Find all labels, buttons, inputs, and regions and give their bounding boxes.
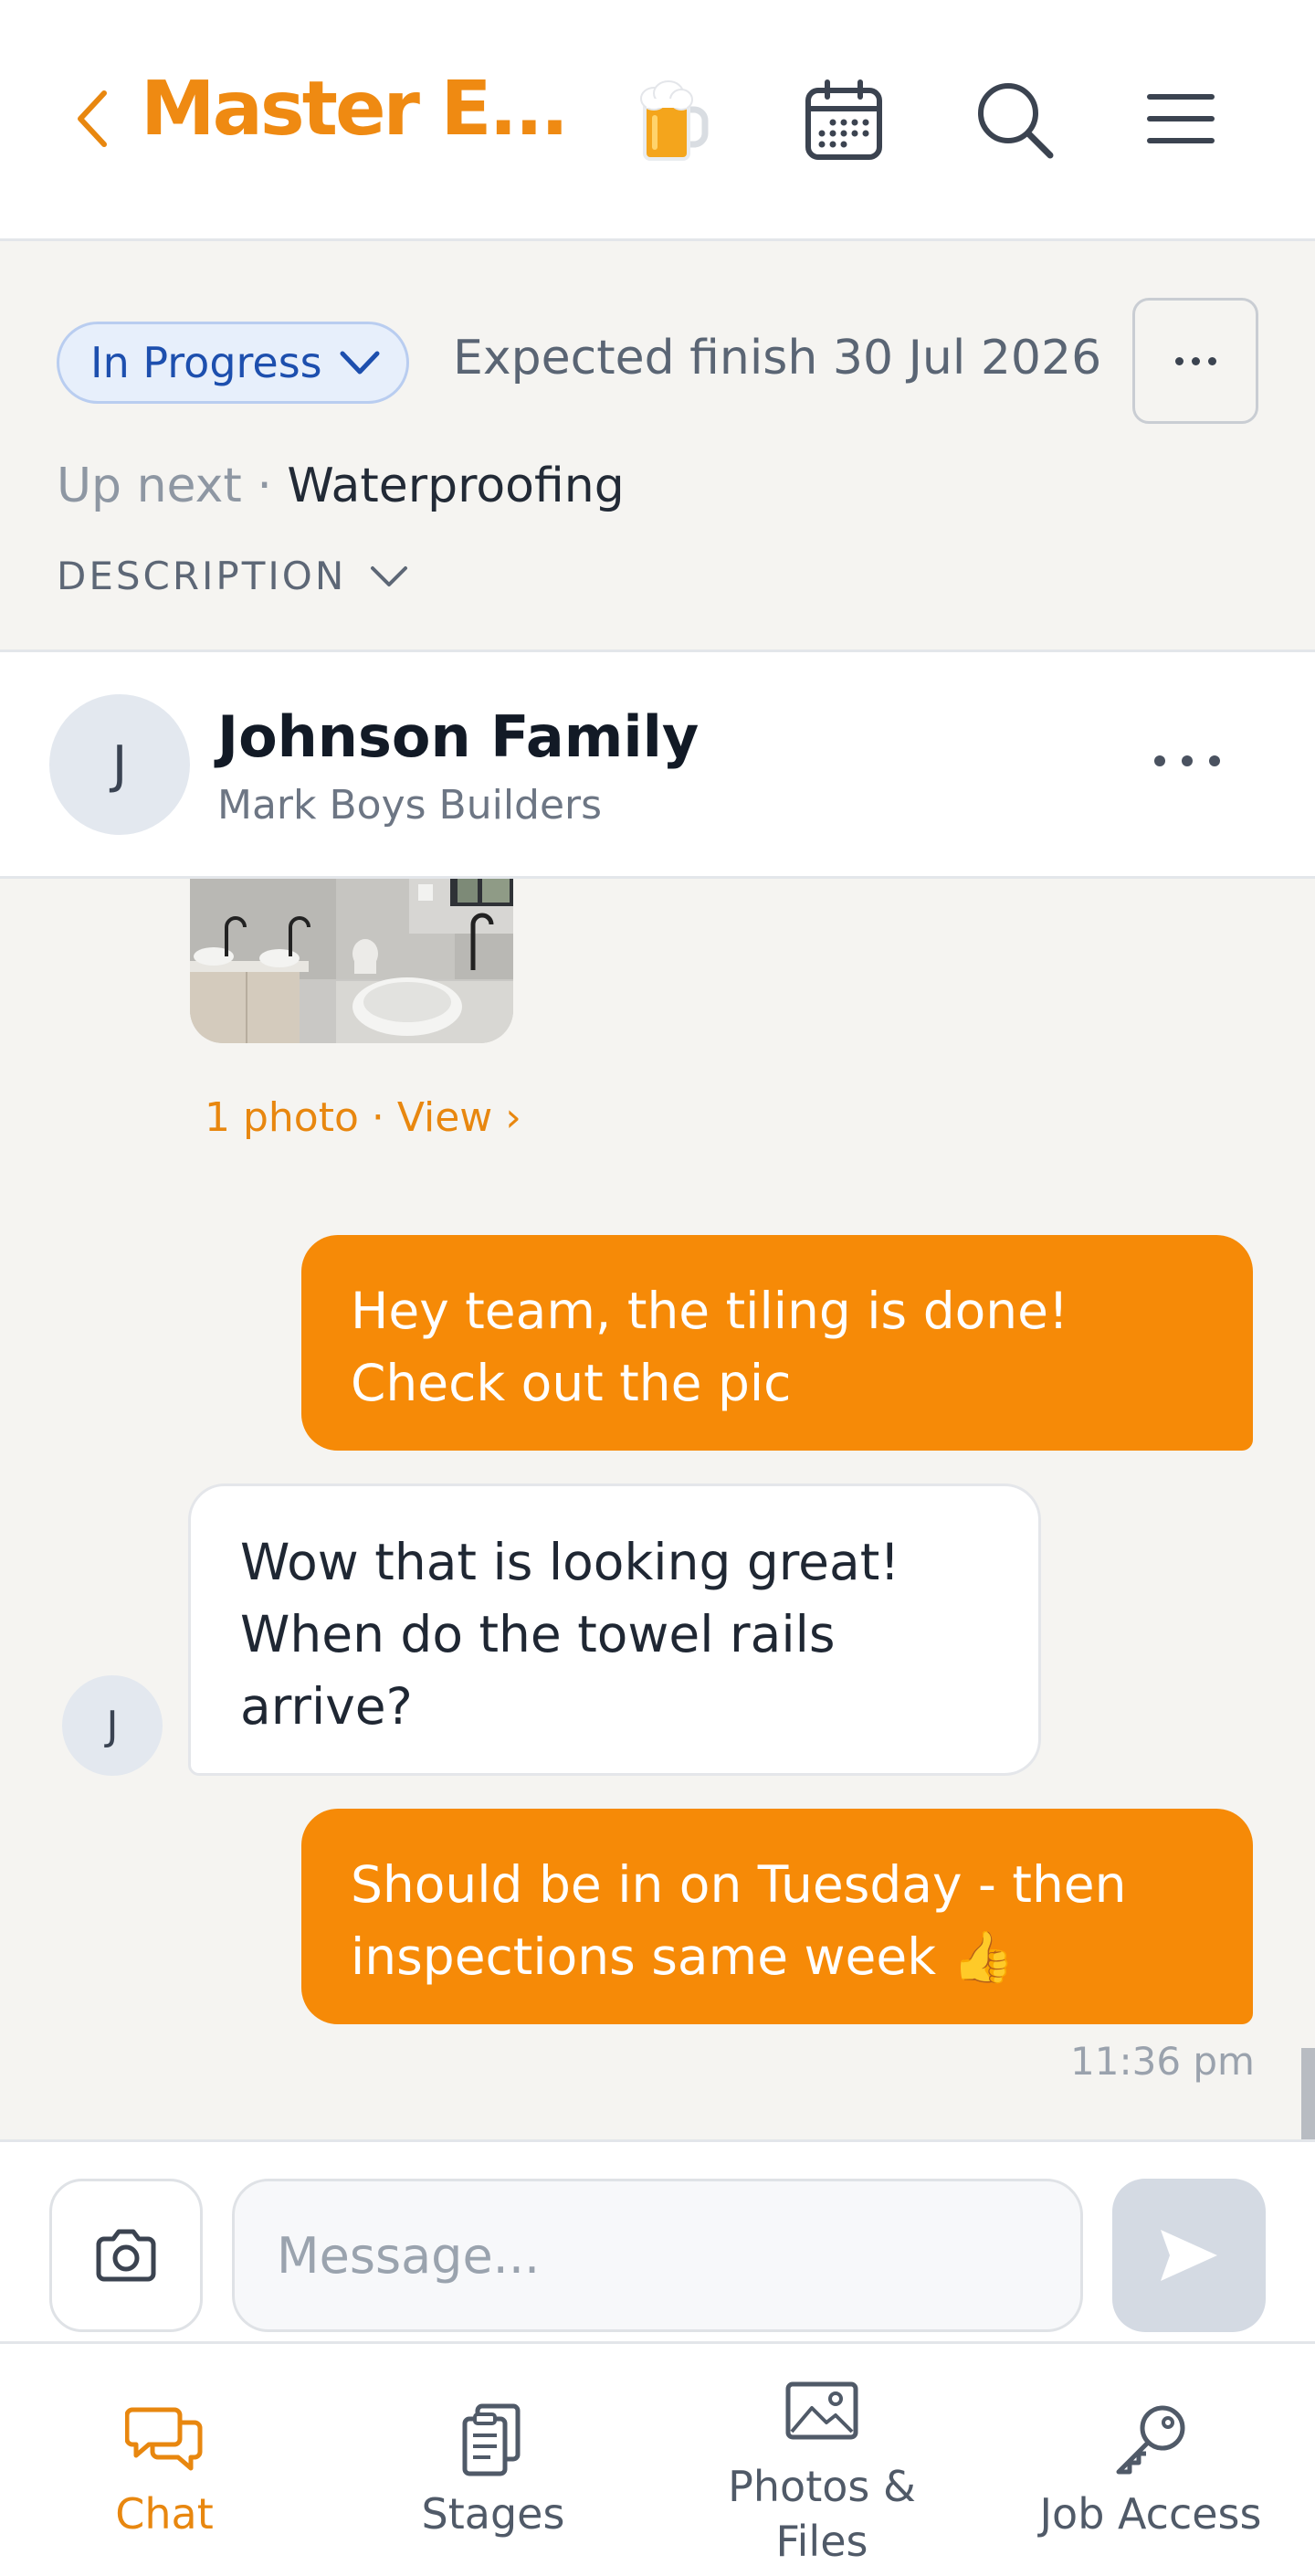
more-dot-icon [1191, 356, 1200, 365]
sender-avatar[interactable]: J [62, 1675, 163, 1776]
chevron-left-icon [78, 90, 107, 147]
status-dropdown[interactable]: In Progress [57, 322, 409, 404]
message-input[interactable] [232, 2179, 1083, 2332]
beer-icon[interactable] [637, 79, 710, 166]
scrollbar-thumb[interactable] [1301, 2048, 1315, 2139]
up-next-value: Waterproofing [287, 459, 625, 513]
conversation-name: Johnson Family [217, 703, 700, 770]
message-timestamp: 11:36 pm [1070, 2039, 1255, 2084]
status-label: In Progress [90, 338, 322, 387]
camera-button[interactable] [49, 2179, 203, 2332]
tab-label: Job Access [1039, 2489, 1262, 2539]
up-next-stage: Up next · Waterproofing [57, 459, 625, 513]
conversation-header: J Johnson Family Mark Boys Builders [0, 652, 1315, 879]
tab-label-line2: Files [775, 2517, 868, 2566]
chat-icon [125, 2407, 203, 2471]
key-icon [1116, 2405, 1185, 2475]
chevron-down-icon [340, 351, 380, 375]
tab-stages[interactable]: Stages [329, 2344, 658, 2576]
tab-label: Chat [115, 2489, 214, 2539]
description-toggle[interactable]: DESCRIPTION [57, 554, 408, 598]
tab-job-access[interactable]: Job Access [986, 2344, 1315, 2576]
conversation-company: Mark Boys Builders [217, 782, 603, 829]
more-dot-icon [1154, 755, 1165, 766]
camera-icon [96, 2229, 156, 2282]
outgoing-message-bubble[interactable]: Hey team, the tiling is done! Check out … [301, 1235, 1253, 1451]
status-more-button[interactable] [1132, 298, 1258, 424]
hamburger-menu-icon[interactable] [1147, 91, 1215, 146]
tab-chat[interactable]: Chat [0, 2344, 329, 2576]
conversation-more-button[interactable] [1154, 747, 1220, 775]
more-dot-icon [1209, 755, 1220, 766]
send-icon [1161, 2230, 1217, 2281]
more-dot-icon [1174, 356, 1184, 365]
back-button[interactable] [64, 82, 119, 155]
chevron-down-icon [371, 565, 408, 586]
tab-label: Stages [421, 2489, 565, 2539]
job-title[interactable]: Master E... [141, 66, 569, 153]
outgoing-message-bubble[interactable]: Should be in on Tuesday - then inspectio… [301, 1809, 1253, 2024]
message-composer [0, 2139, 1315, 2344]
bathroom-photo-thumbnail[interactable] [190, 879, 513, 1043]
image-icon [785, 2381, 858, 2440]
photo-count-link[interactable]: 1 photo · View › [205, 1094, 521, 1141]
search-icon[interactable] [975, 80, 1054, 159]
send-button[interactable] [1112, 2179, 1266, 2332]
description-label: DESCRIPTION [57, 554, 347, 598]
clipboard-icon [462, 2403, 521, 2476]
more-dot-icon [1182, 755, 1193, 766]
job-status-panel: In Progress Expected finish 30 Jul 2026 … [0, 241, 1315, 652]
up-next-separator: · [241, 459, 288, 513]
calendar-icon[interactable] [804, 79, 884, 163]
expected-finish-date: Expected finish 30 Jul 2026 [453, 331, 1102, 385]
message-list[interactable]: 1 photo · View › Hey team, the tiling is… [0, 879, 1315, 2139]
incoming-message-bubble[interactable]: Wow that is looking great! When do the t… [188, 1483, 1041, 1776]
up-next-label: Up next [57, 459, 242, 513]
avatar[interactable]: J [49, 694, 190, 835]
top-app-bar: Master E... [0, 0, 1315, 241]
tab-photos-files[interactable]: Photos & Files [658, 2344, 986, 2576]
tab-label-line1: Photos & [728, 2462, 916, 2511]
bottom-tab-bar: Chat Stages Photos & Files Job Access [0, 2344, 1315, 2576]
more-dot-icon [1207, 356, 1216, 365]
